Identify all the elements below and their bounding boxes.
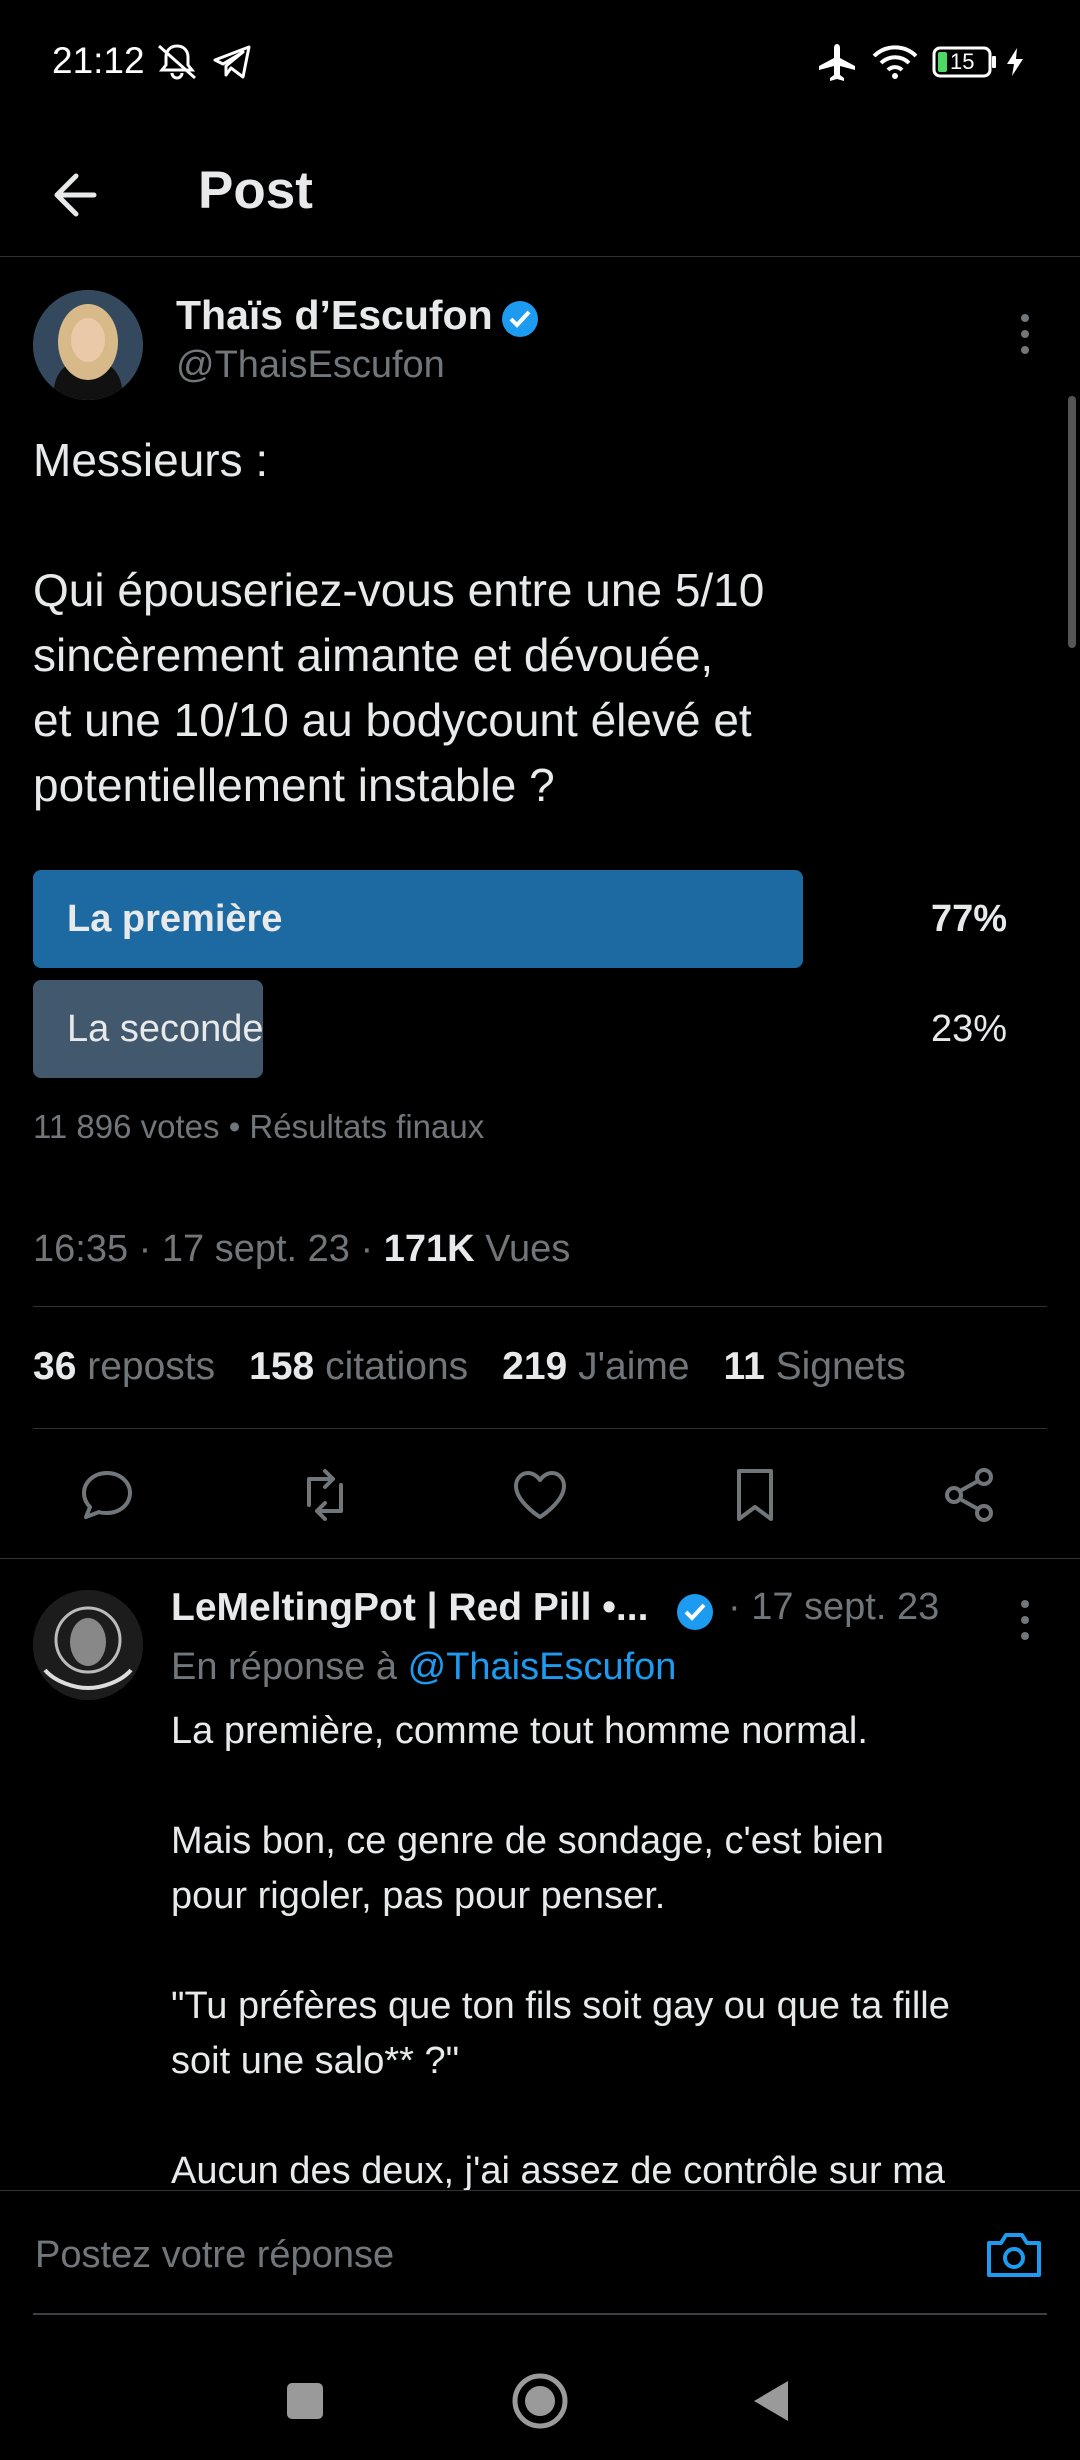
- views-label: Vues: [485, 1228, 571, 1270]
- arrow-left-icon: [54, 173, 97, 217]
- bell-off-icon: [155, 42, 199, 82]
- bookmark-button[interactable]: [720, 1460, 790, 1530]
- camera-icon[interactable]: [985, 2229, 1043, 2284]
- share-icon: [945, 1468, 993, 1522]
- charging-icon: [1004, 46, 1026, 78]
- like-button[interactable]: [505, 1460, 575, 1530]
- divider: [33, 1428, 1047, 1429]
- quotes-stat[interactable]: 158 citations: [249, 1345, 468, 1388]
- author-handle[interactable]: @ThaisEscufon: [176, 344, 445, 387]
- reply-date[interactable]: · 17 sept. 23: [728, 1586, 939, 1629]
- bookmark-icon: [737, 1469, 773, 1521]
- back-nav-button[interactable]: [730, 2361, 810, 2441]
- scrollbar[interactable]: [1068, 396, 1076, 648]
- triangle-back-icon: [754, 2381, 788, 2421]
- poll-option-label: La première: [67, 898, 283, 940]
- circle-icon: [512, 2373, 568, 2429]
- reply-icon: [82, 1471, 132, 1519]
- home-button[interactable]: [500, 2361, 580, 2441]
- status-bar: 21:12 15: [0, 0, 1080, 130]
- system-nav-bar: [0, 2316, 1080, 2460]
- verified-badge-icon: [500, 299, 540, 344]
- reply-to-handle[interactable]: @ThaisEscufon: [408, 1646, 677, 1688]
- more-options-icon[interactable]: [1010, 312, 1040, 361]
- reply-author-avatar[interactable]: [33, 1590, 143, 1700]
- author-avatar[interactable]: [33, 290, 143, 400]
- recents-button[interactable]: [265, 2361, 345, 2441]
- status-time: 21:12: [52, 40, 145, 81]
- divider: [0, 1558, 1080, 1559]
- tweet-text: Messieurs : Qui épouseriez-vous entre un…: [33, 434, 765, 811]
- bookmarks-stat[interactable]: 11 Signets: [724, 1345, 906, 1388]
- poll-option-1: La première 77%: [33, 870, 1033, 968]
- battery-icon: 15: [932, 46, 998, 78]
- poll-meta: 11 896 votes • Résultats finaux: [33, 1108, 485, 1145]
- compose-bar: [0, 2190, 1080, 2316]
- reply-text: La première, comme tout homme normal. Ma…: [171, 1710, 950, 2192]
- engagement-stats: 36 reposts 158 citations 219 J'aime 11 Sign…: [33, 1345, 940, 1389]
- share-button[interactable]: [935, 1460, 1005, 1530]
- views-count: 171K: [383, 1228, 475, 1270]
- repost-icon: [307, 1469, 343, 1521]
- reply-context: En réponse à @ThaisEscufon: [171, 1646, 677, 1688]
- wifi-icon: [872, 44, 918, 80]
- reply-button[interactable]: [72, 1460, 142, 1530]
- reposts-stat[interactable]: 36 reposts: [33, 1345, 215, 1388]
- header: Post: [0, 130, 1080, 257]
- likes-stat[interactable]: 219 J'aime: [502, 1345, 689, 1388]
- poll-option-percent: 23%: [930, 1008, 1007, 1050]
- tweet-time: 16:35: [33, 1228, 129, 1270]
- divider: [33, 1306, 1047, 1307]
- tweet-timestamp: 16:35 · 17 sept. 23 · 171K Vues: [33, 1228, 571, 1270]
- compose-underline: [33, 2313, 1047, 2315]
- page-title: Post: [198, 161, 313, 220]
- telegram-icon: [212, 44, 252, 80]
- reply-input[interactable]: [33, 2233, 937, 2278]
- back-button[interactable]: [44, 160, 114, 230]
- airplane-icon: [815, 42, 859, 82]
- poll-option-percent: 77%: [930, 898, 1007, 940]
- poll-option-label: La seconde: [67, 1008, 264, 1050]
- tweet-date[interactable]: 17 sept. 23: [162, 1228, 350, 1270]
- poll-option-2: La seconde 23%: [33, 980, 1033, 1078]
- more-options-icon[interactable]: [1010, 1598, 1040, 1647]
- author-name[interactable]: Thaïs d’Escufon: [176, 292, 493, 339]
- repost-button[interactable]: [290, 1460, 360, 1530]
- verified-badge-icon: [675, 1592, 715, 1637]
- heart-icon: [514, 1471, 566, 1519]
- reply-author-name[interactable]: LeMeltingPot | Red Pill •...: [171, 1586, 648, 1630]
- battery-level: 15: [950, 49, 975, 74]
- square-icon: [287, 2383, 323, 2419]
